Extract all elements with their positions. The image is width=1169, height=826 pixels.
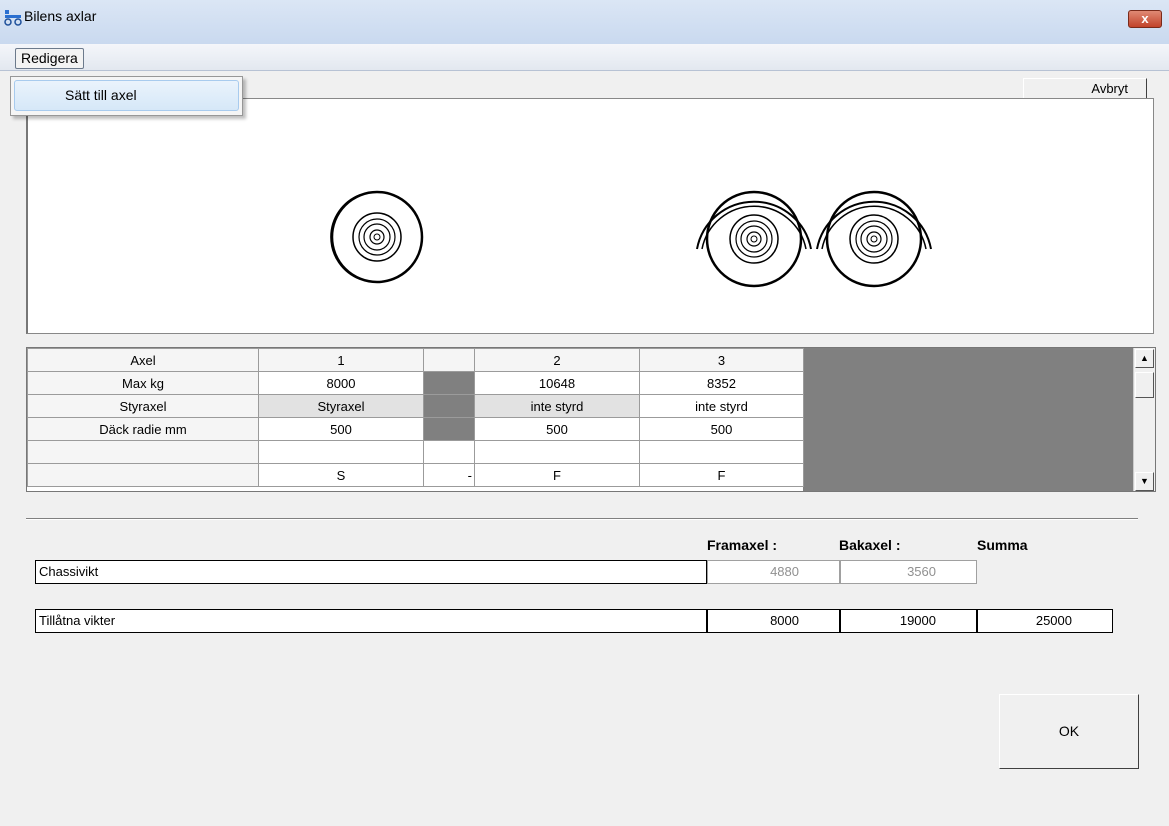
grid-empty-area xyxy=(803,348,1133,491)
table-cell[interactable]: S xyxy=(258,463,424,487)
allowed-weights-label: Tillåtna vikter xyxy=(35,609,707,633)
table-cell[interactable]: Styraxel xyxy=(258,394,424,418)
chassis-rear-field: 3560 xyxy=(840,560,977,584)
row-header xyxy=(27,463,259,487)
table-cell[interactable] xyxy=(639,440,804,464)
row-header: Styraxel xyxy=(27,394,259,418)
title-bar: Bilens axlar x xyxy=(0,0,1169,44)
table-cell xyxy=(423,417,475,441)
close-icon: x xyxy=(1141,11,1149,26)
table-cell[interactable]: 2 xyxy=(474,348,640,372)
table-cell[interactable]: 500 xyxy=(639,417,804,441)
table-cell[interactable]: F xyxy=(474,463,640,487)
table-cell[interactable]: inte styrd xyxy=(639,394,804,418)
table-cell[interactable] xyxy=(474,440,640,464)
separator xyxy=(26,518,1138,520)
allowed-rear-field[interactable]: 19000 xyxy=(840,609,977,633)
menu-bar: Redigera xyxy=(0,44,1169,71)
table-row: Däck radie mm 500 500 500 xyxy=(27,417,804,441)
menu-redigera[interactable]: Redigera xyxy=(15,48,84,69)
allowed-sum-field[interactable]: 25000 xyxy=(977,609,1113,633)
chassis-weight-label: Chassivikt xyxy=(35,560,707,584)
table-row: Max kg 8000 10648 8352 xyxy=(27,371,804,395)
axle-grid: Axel 1 2 3 Max kg 8000 10648 8352 Styrax… xyxy=(26,347,1156,492)
table-cell[interactable]: 500 xyxy=(258,417,424,441)
table-cell[interactable] xyxy=(423,440,475,464)
allowed-front-field[interactable]: 8000 xyxy=(707,609,840,633)
table-cell[interactable]: - xyxy=(423,463,475,487)
table-cell[interactable]: 1 xyxy=(258,348,424,372)
grid-scrollbar[interactable]: ▲ ▼ xyxy=(1133,348,1155,491)
table-cell[interactable]: 10648 xyxy=(474,371,640,395)
close-button[interactable]: x xyxy=(1128,10,1162,28)
cancel-button[interactable]: Avbryt xyxy=(1023,78,1147,100)
table-row: Styraxel Styraxel inte styrd inte styrd xyxy=(27,394,804,418)
scrollbar-thumb[interactable] xyxy=(1135,372,1154,398)
front-wheel[interactable] xyxy=(330,190,424,284)
header-sum: Summa xyxy=(977,537,1028,553)
table-cell[interactable]: F xyxy=(639,463,804,487)
row-header: Däck radie mm xyxy=(27,417,259,441)
rear-wheel-2[interactable] xyxy=(816,190,932,288)
window-title: Bilens axlar xyxy=(24,8,97,24)
header-rear-axle: Bakaxel : xyxy=(839,537,901,553)
table-cell[interactable] xyxy=(258,440,424,464)
table-row: S - F F xyxy=(27,463,804,487)
table-row xyxy=(27,440,804,464)
axle-table: Axel 1 2 3 Max kg 8000 10648 8352 Styrax… xyxy=(27,348,804,487)
ok-button[interactable]: OK xyxy=(999,694,1139,769)
arrow-up-icon[interactable]: ▲ xyxy=(1135,349,1154,368)
header-front-axle: Framaxel : xyxy=(707,537,778,553)
axle-icon xyxy=(4,8,22,29)
row-header: Axel xyxy=(27,348,259,372)
menu-item-set-to-axle[interactable]: Sätt till axel xyxy=(14,80,239,111)
arrow-down-icon[interactable]: ▼ xyxy=(1135,472,1154,491)
redigera-dropdown: Sätt till axel xyxy=(10,76,243,116)
table-cell xyxy=(423,371,475,395)
table-cell[interactable]: 3 xyxy=(639,348,804,372)
row-header xyxy=(27,440,259,464)
row-header: Max kg xyxy=(27,371,259,395)
table-cell[interactable] xyxy=(423,348,475,372)
table-row: Axel 1 2 3 xyxy=(27,348,804,372)
table-cell[interactable]: 8000 xyxy=(258,371,424,395)
table-cell[interactable]: inte styrd xyxy=(474,394,640,418)
chassis-front-field: 4880 xyxy=(707,560,840,584)
table-cell[interactable]: 8352 xyxy=(639,371,804,395)
table-cell xyxy=(423,394,475,418)
axle-drawing xyxy=(26,98,1154,334)
table-cell[interactable]: 500 xyxy=(474,417,640,441)
rear-wheel-1[interactable] xyxy=(696,190,812,288)
